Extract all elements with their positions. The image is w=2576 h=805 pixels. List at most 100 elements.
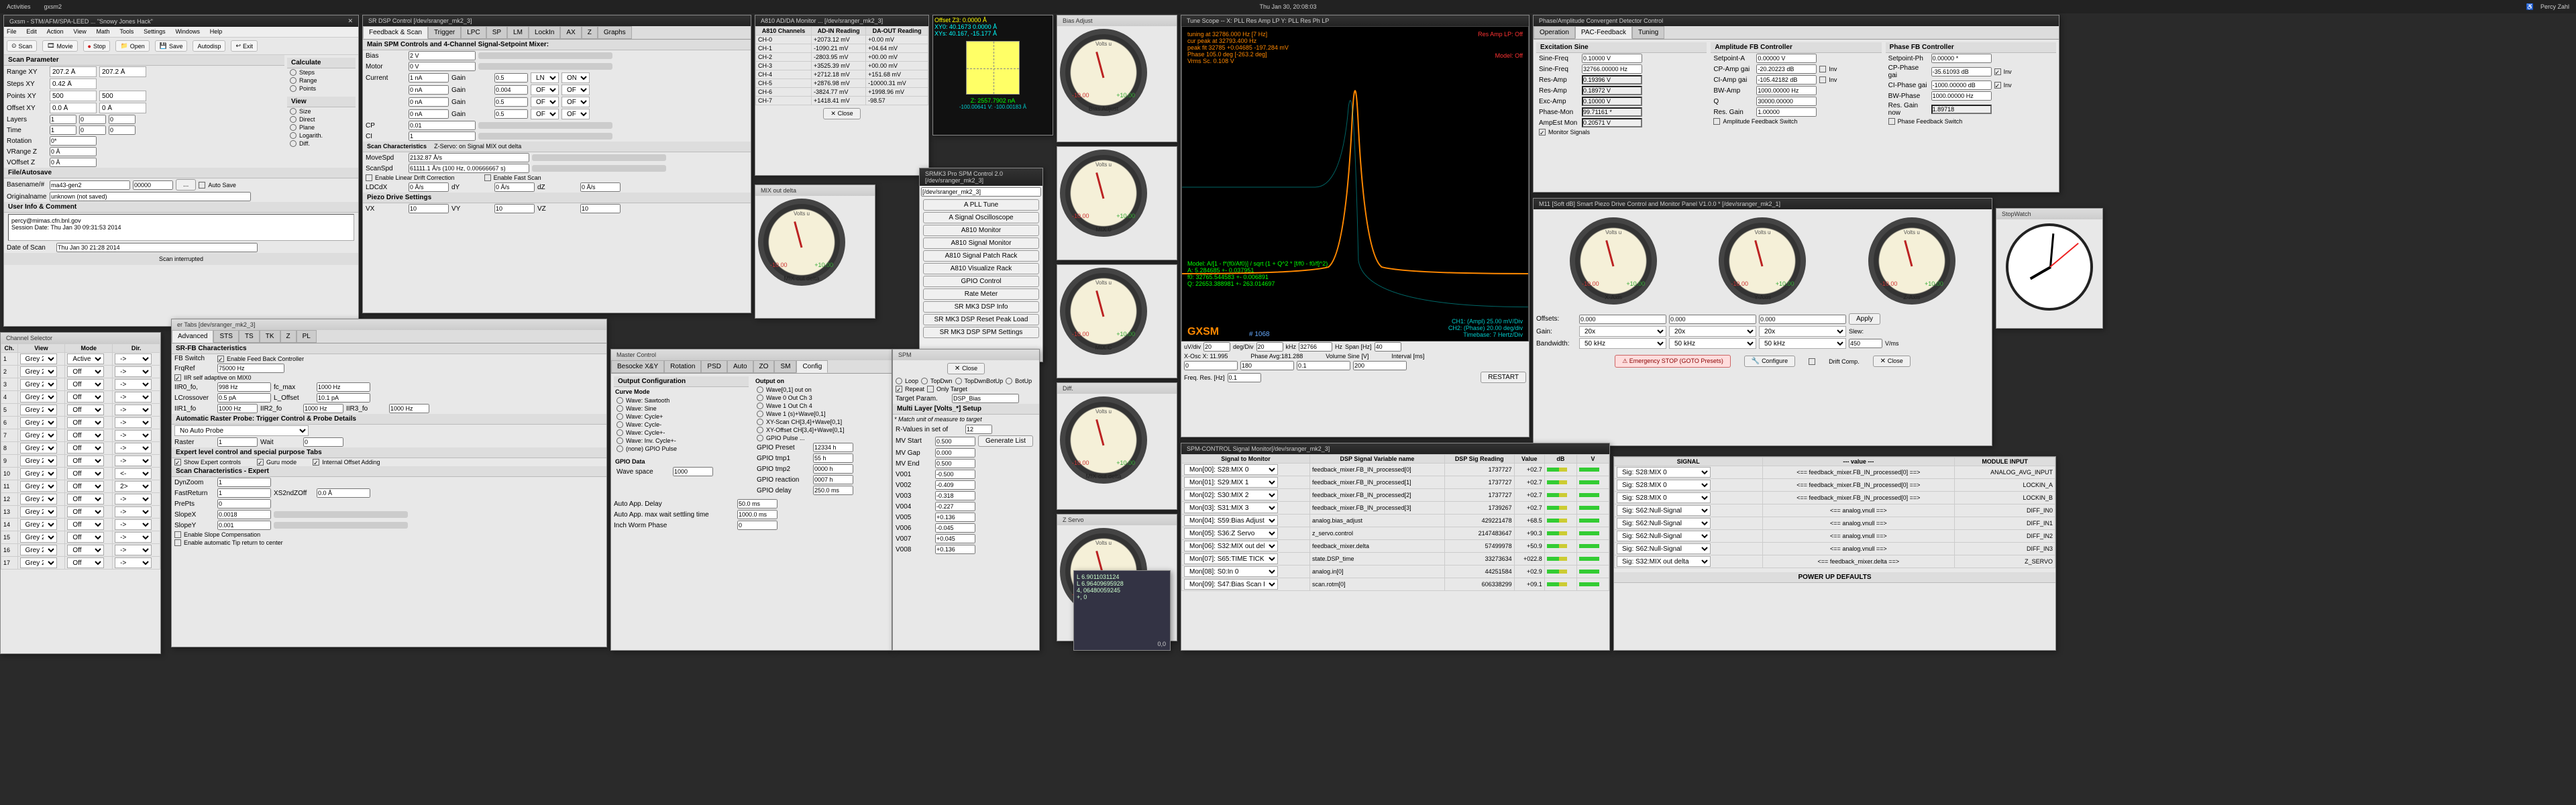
- ldcdx-input[interactable]: [409, 182, 449, 192]
- slopecomp-check[interactable]: [174, 531, 181, 538]
- gain-z-select[interactable]: 20x: [1759, 326, 1846, 337]
- rangexy-y-input[interactable]: [99, 66, 146, 77]
- autosave-check[interactable]: [199, 182, 205, 189]
- save-button[interactable]: 💾Save: [155, 40, 188, 52]
- degdiv-input[interactable]: [1256, 342, 1283, 352]
- gpiodelay-input[interactable]: [813, 486, 853, 495]
- channel-select[interactable]: ->: [115, 405, 152, 415]
- slopex-input[interactable]: [217, 510, 271, 519]
- signal-select[interactable]: Mon[02]: S30:MIX 2: [1184, 490, 1278, 500]
- signal-select[interactable]: Mon[03]: S31:MIX 3: [1184, 502, 1278, 513]
- bw-y-select[interactable]: 50 kHz: [1669, 338, 1756, 349]
- channel-select[interactable]: Off: [67, 468, 104, 479]
- signal-select[interactable]: Mon[09]: S47:Bias Scan Rot: [1184, 579, 1278, 590]
- sinefreq2-input[interactable]: [1582, 64, 1642, 74]
- waveout-radio[interactable]: [757, 435, 763, 441]
- setpointa-input[interactable]: [1756, 54, 1817, 63]
- xosc-input[interactable]: [1184, 361, 1238, 370]
- inchworm-input[interactable]: [737, 521, 777, 530]
- tab-zo[interactable]: ZO: [753, 360, 775, 373]
- loop-radio[interactable]: [896, 378, 902, 384]
- ml-value-input[interactable]: [935, 470, 975, 479]
- iir1fo-input[interactable]: [217, 404, 258, 413]
- srmk3-item[interactable]: SR MK3 DSP Reset Peak Load: [923, 314, 1040, 325]
- waveout-radio[interactable]: [757, 394, 763, 401]
- ci-slider[interactable]: [478, 133, 612, 140]
- menu-file[interactable]: File: [7, 28, 17, 35]
- tab-ts[interactable]: TS: [239, 330, 260, 343]
- menu-settings[interactable]: Settings: [144, 28, 166, 35]
- wave-radio[interactable]: [616, 445, 623, 452]
- cpamp-inv-check[interactable]: [1819, 66, 1826, 72]
- motor-input[interactable]: [409, 62, 476, 71]
- eldc-check[interactable]: [366, 174, 372, 181]
- srmk3-item[interactable]: A Signal Oscilloscope: [923, 212, 1040, 223]
- ml-value-input[interactable]: [935, 545, 975, 554]
- clock[interactable]: Thu Jan 30, 20:08:03: [1259, 3, 1316, 10]
- raster-input[interactable]: [217, 437, 258, 447]
- mix3-on-select[interactable]: OFF: [561, 109, 590, 119]
- wave-radio[interactable]: [616, 405, 623, 412]
- waveout-radio[interactable]: [757, 402, 763, 409]
- channel-select[interactable]: Grey 2D: [20, 354, 57, 364]
- ml-value-input[interactable]: [935, 480, 975, 490]
- voffsetz-input[interactable]: [50, 158, 97, 167]
- freqres-input[interactable]: [1228, 373, 1261, 382]
- pointsxy-y-input[interactable]: [99, 91, 146, 101]
- channel-select[interactable]: Off: [67, 417, 104, 428]
- tab-sm[interactable]: SM: [774, 360, 796, 373]
- bwphase-input[interactable]: [1931, 91, 1992, 101]
- ml-value-input[interactable]: [935, 491, 975, 500]
- offset-z-input[interactable]: [1759, 315, 1846, 324]
- slopey-slider[interactable]: [274, 522, 408, 529]
- time-a-input[interactable]: [79, 125, 106, 135]
- gpiotmp2-input[interactable]: [813, 464, 853, 474]
- channel-select[interactable]: Grey 2D: [20, 366, 57, 377]
- setpointph-input[interactable]: [1931, 54, 1992, 63]
- channel-select[interactable]: ->: [115, 557, 152, 568]
- tab-lm[interactable]: LM: [507, 26, 529, 39]
- dy-input[interactable]: [494, 182, 535, 192]
- waveout-radio[interactable]: [757, 411, 763, 417]
- channel-select[interactable]: Grey 2D: [20, 532, 57, 543]
- sig-select[interactable]: Sig: S62:Null-Signal: [1617, 531, 1711, 541]
- channel-select[interactable]: ->: [115, 379, 152, 390]
- bw-z-select[interactable]: 50 kHz: [1759, 338, 1846, 349]
- channel-select[interactable]: ->: [115, 366, 152, 377]
- q-input[interactable]: [1756, 97, 1817, 106]
- vx-input[interactable]: [409, 204, 449, 213]
- lcrossover-input[interactable]: [217, 393, 271, 402]
- mix1-on-select[interactable]: OFF: [561, 85, 590, 95]
- gain-x-select[interactable]: 20x: [1579, 326, 1666, 337]
- srmk3-item[interactable]: Rate Meter: [923, 288, 1040, 300]
- mix2-value-input[interactable]: [409, 97, 449, 107]
- diff-radio[interactable]: [290, 140, 297, 147]
- movespd-slider[interactable]: [532, 154, 666, 161]
- tab-sts[interactable]: STS: [213, 330, 238, 343]
- tab-auto[interactable]: Auto: [727, 360, 753, 373]
- activities[interactable]: Activities: [7, 3, 31, 10]
- gurumode-check[interactable]: ✓: [257, 459, 264, 466]
- channel-select[interactable]: Grey 2D: [20, 417, 57, 428]
- origname-input[interactable]: [50, 192, 251, 201]
- channel-select[interactable]: ->: [115, 494, 152, 504]
- channel-select[interactable]: 2>: [115, 481, 152, 492]
- span-input[interactable]: [1375, 342, 1401, 352]
- time-input[interactable]: [50, 125, 76, 135]
- cpph-inv-check[interactable]: ✓: [1994, 68, 2001, 75]
- mix1-value-input[interactable]: [409, 85, 449, 95]
- iirself-check[interactable]: ✓: [174, 374, 181, 381]
- tab-pacfeedback[interactable]: PAC-Feedback: [1575, 26, 1632, 39]
- configure-button[interactable]: 🔧 Configure: [1744, 356, 1795, 367]
- interval-input[interactable]: [1353, 361, 1407, 370]
- basename-num-input[interactable]: [133, 180, 173, 190]
- channel-select[interactable]: Off: [67, 532, 104, 543]
- wavespace-input[interactable]: [673, 467, 713, 476]
- bias-input[interactable]: [409, 51, 476, 60]
- repeat-check[interactable]: ✓: [896, 386, 902, 392]
- motor-slider[interactable]: [478, 63, 612, 70]
- basename-browse[interactable]: ...: [176, 179, 196, 191]
- channel-select[interactable]: Grey 2D: [20, 481, 57, 492]
- a810-close-button[interactable]: ✕ Close: [823, 108, 860, 119]
- mix0-on-select[interactable]: ON: [561, 72, 590, 83]
